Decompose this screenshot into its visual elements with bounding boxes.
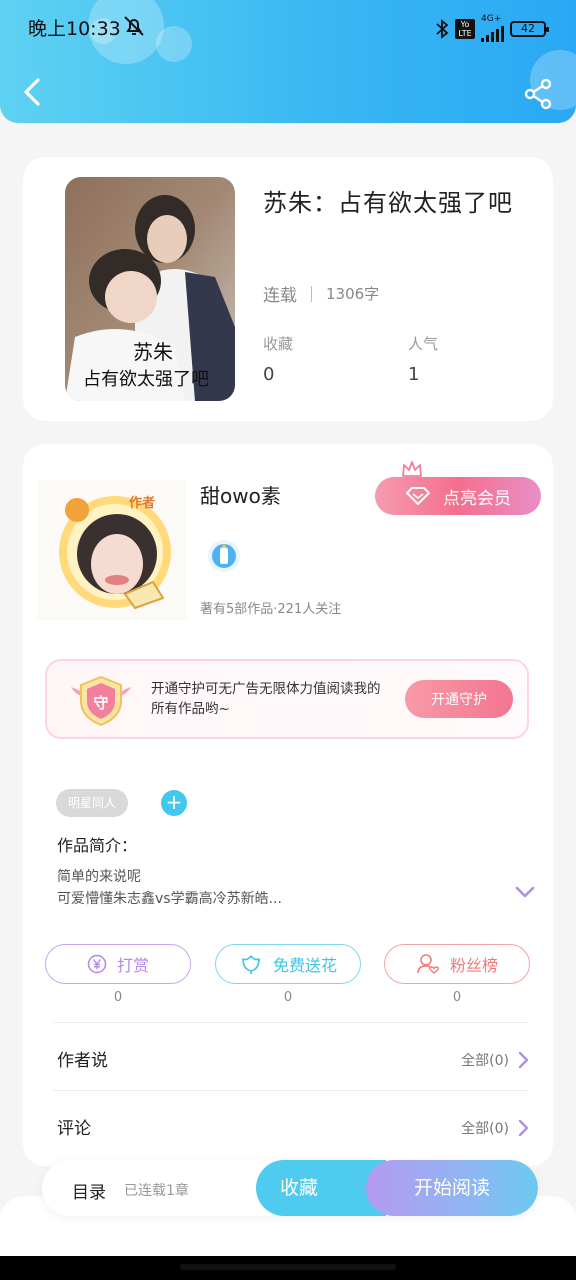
diamond-icon (406, 487, 430, 505)
divider (311, 285, 312, 302)
flower-icon (242, 955, 260, 974)
decorative-bubble (156, 26, 192, 62)
send-flower-label: 免费送花 (272, 956, 337, 975)
intro-text: 简单的来说呢 可爱懵懂朱志鑫vs学霸高冷苏新皓... (57, 866, 477, 910)
fan-ranking-label: 粉丝榜 (449, 956, 498, 975)
divider (53, 1090, 529, 1091)
volte-icon: Yo LTE (455, 18, 475, 39)
favorites-value: 0 (263, 364, 275, 385)
book-status-row: 连载 1306字 (263, 281, 379, 306)
intro-line: 简单的来说呢 (57, 869, 141, 885)
battery-icon: 42 (510, 20, 549, 37)
flower-count: 0 (283, 990, 293, 1005)
open-guard-button[interactable]: 开通守护 (405, 680, 513, 718)
bluetooth-icon (436, 18, 449, 39)
start-reading-button[interactable]: 开始阅读 (366, 1160, 538, 1216)
battery-level: 42 (521, 21, 535, 35)
popularity-value: 1 (408, 364, 420, 385)
send-flower-button[interactable]: 免费送花 (215, 944, 361, 984)
guard-banner: 守 开通守护可无广告无限体力值阅读我的所有作品哟~ 开通守护 (45, 659, 529, 739)
home-indicator[interactable] (180, 1264, 396, 1270)
comments-all-link[interactable]: 全部(0) (461, 1118, 529, 1138)
fan-user-icon (417, 954, 439, 974)
crown-icon (402, 461, 422, 477)
signal-icon (481, 24, 504, 42)
intro-title: 作品简介： (57, 836, 138, 855)
author-meta: 著有5部作品·221人关注 (200, 602, 342, 617)
popularity-label: 人气 (408, 335, 439, 353)
author-name: 甜owo素 (200, 484, 281, 508)
cover-title-line2: 占有欲太强了吧 (83, 369, 209, 389)
back-icon[interactable] (18, 74, 46, 110)
cover-illustration: 苏朱 占有欲太强了吧 (65, 177, 235, 401)
avatar-author-badge: 作者 (129, 496, 156, 511)
guard-shield-icon: 守 (71, 675, 131, 727)
author-card: 作者 甜owo素 著有5部作品·221人关注 点亮会员 守 开通守护可无广告无限… (23, 444, 553, 1166)
book-cover[interactable]: 苏朱 占有欲太强了吧 (65, 177, 235, 401)
tip-label: 打赏 (116, 956, 149, 975)
signal-group: 4G+ (481, 15, 504, 42)
yen-coin-icon (87, 954, 107, 974)
tip-button[interactable]: 打赏 (45, 944, 191, 984)
favorites-stat: 收藏 0 (263, 333, 293, 385)
cover-title-line1: 苏朱 (133, 341, 173, 364)
fan-count: 0 (452, 990, 462, 1005)
activate-vip-button[interactable]: 点亮会员 (375, 477, 541, 515)
vip-button-label: 点亮会员 (443, 488, 511, 509)
add-tag-button[interactable]: + (161, 790, 187, 816)
bottom-action-bar: 目录 已连载1章 收藏 开始阅读 (42, 1160, 538, 1216)
mute-bell-icon (124, 16, 144, 36)
comments-title: 评论 (57, 1119, 91, 1139)
chevron-right-icon (518, 1119, 529, 1137)
status-icons: Yo LTE 4G+ 42 (435, 15, 549, 42)
network-type: 4G+ (481, 14, 502, 24)
book-title: 苏朱：占有欲太强了吧 (263, 189, 513, 217)
intro-line: 可爱懵懂朱志鑫vs学霸高冷苏新皓... (57, 891, 282, 907)
avatar-image (37, 480, 187, 620)
top-header: 晚上10:33 Yo LTE 4G+ 42 (0, 0, 576, 123)
guard-shield-char: 守 (93, 694, 108, 712)
share-icon[interactable] (522, 78, 554, 110)
popularity-stat: 人气 1 (408, 333, 438, 385)
book-info-card: 苏朱 占有欲太强了吧 苏朱：占有欲太强了吧 连载 1306字 收藏 0 人气 1 (23, 157, 553, 421)
serial-status: 连载 (263, 286, 297, 306)
chapter-status: 已连载1章 (124, 1183, 189, 1199)
divider (53, 1022, 529, 1023)
guard-description: 开通守护可无广告无限体力值阅读我的所有作品哟~ (151, 681, 381, 717)
author-level-badge-icon (208, 540, 240, 572)
tip-count: 0 (113, 990, 123, 1005)
author-avatar[interactable]: 作者 (37, 480, 187, 620)
author-says-all-link[interactable]: 全部(0) (461, 1050, 529, 1070)
fan-ranking-button[interactable]: 粉丝榜 (384, 944, 530, 984)
expand-chevron-icon[interactable] (513, 884, 537, 900)
author-says-all-label: 全部(0) (461, 1053, 509, 1069)
chevron-right-icon (518, 1051, 529, 1069)
favorites-label: 收藏 (263, 335, 294, 353)
status-time: 晚上10:33 (28, 18, 121, 40)
table-of-contents-button[interactable]: 目录 (72, 1178, 106, 1203)
genre-tag[interactable]: 明星同人 (56, 789, 129, 817)
word-count: 1306字 (326, 285, 380, 303)
author-says-title: 作者说 (57, 1051, 108, 1071)
comments-all-label: 全部(0) (461, 1121, 509, 1137)
